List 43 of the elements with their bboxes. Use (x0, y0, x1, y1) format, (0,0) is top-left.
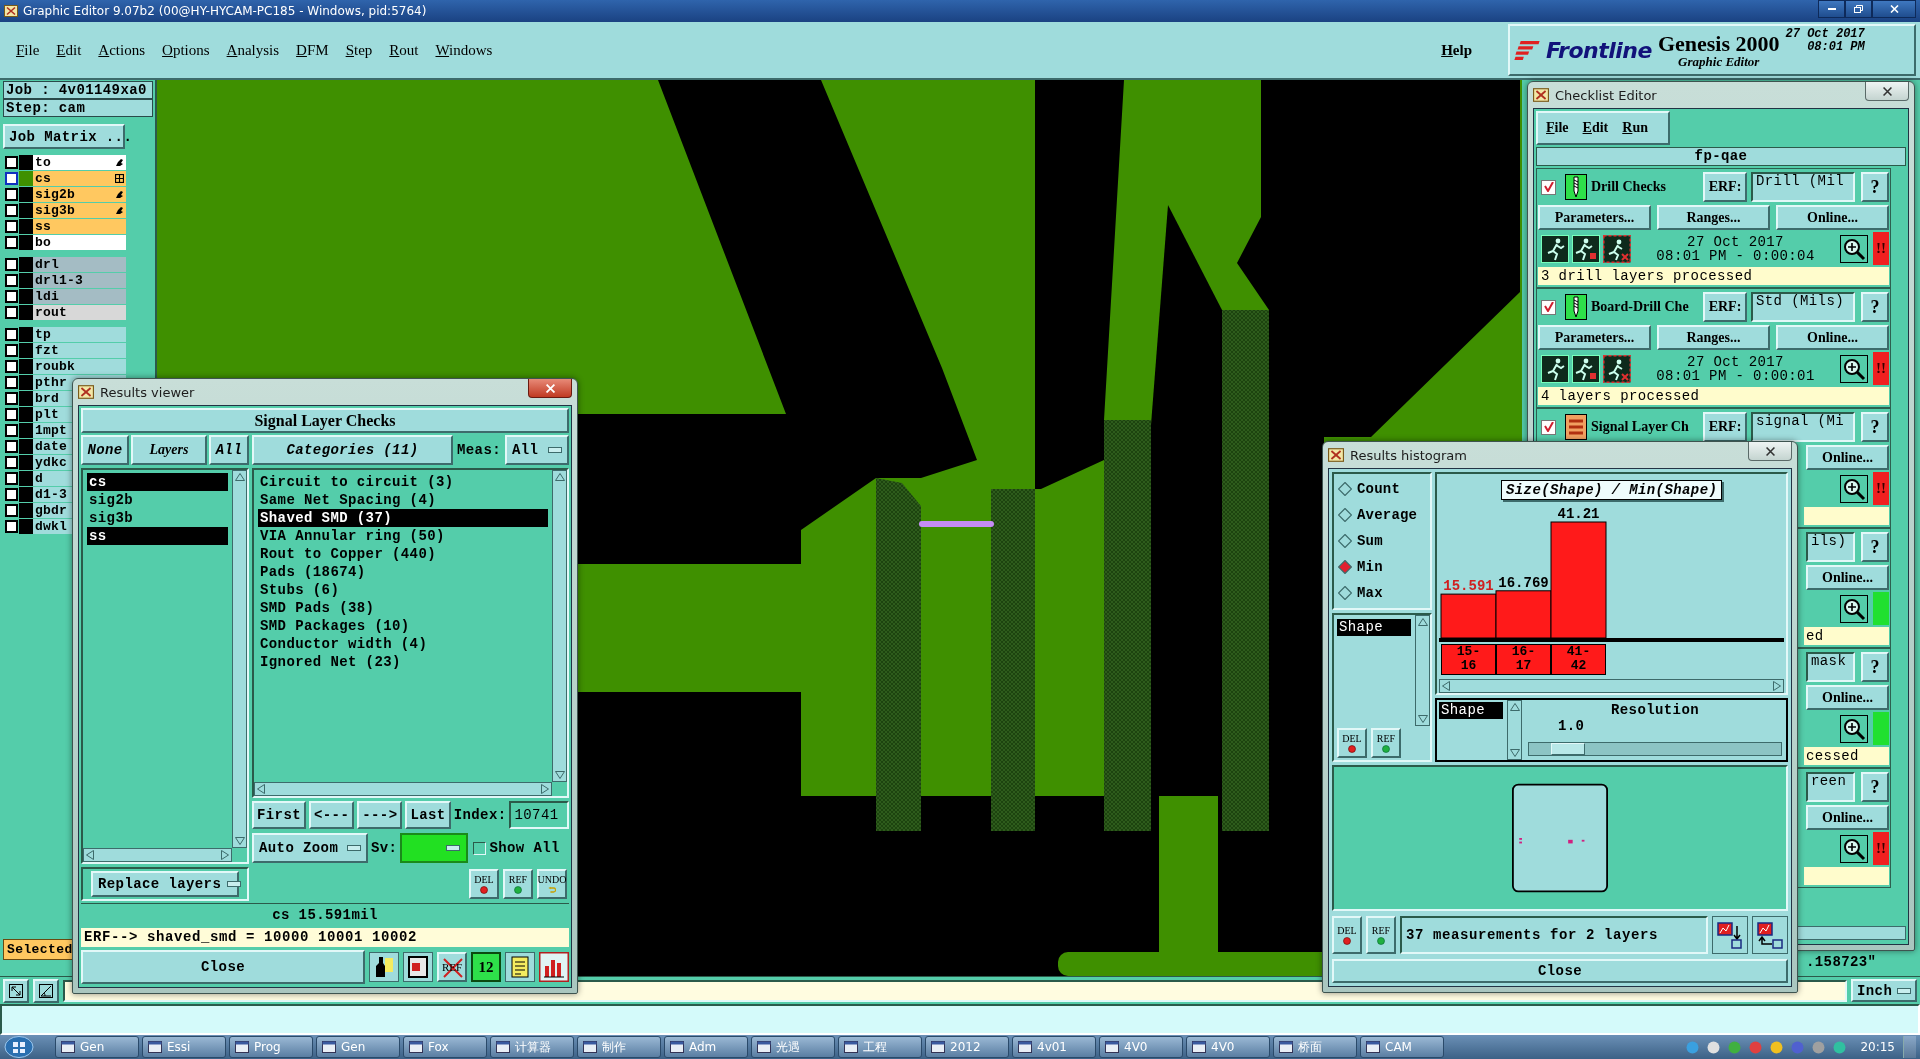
bar-value-label: 41.21 (1557, 506, 1600, 522)
module-name: Graphic Editor (1678, 54, 1760, 69)
bin-label: 16-17 (1496, 644, 1551, 675)
resolution-label: Resolution (1610, 702, 1700, 718)
status-indicator: !! (1873, 472, 1889, 505)
run-date: 27 Oct 2017 (1687, 354, 1784, 369)
window-title: Results viewer (100, 384, 195, 400)
product-name: Genesis 2000 (1657, 31, 1780, 55)
bar-value-label: 15.591 (1443, 578, 1494, 595)
status-indicator: !! (1873, 352, 1889, 385)
check-name: Board-Drill Che (1591, 299, 1690, 315)
measurement-text: cs 15.591mil (81, 903, 569, 926)
coordinate-readout: .158723" (1806, 954, 1878, 970)
step-label: Step: cam (3, 99, 153, 117)
panel-header: Signal Layer Checks (81, 408, 569, 433)
window-title: Results histogram (1350, 447, 1467, 463)
bin-label: 41-42 (1551, 644, 1606, 675)
job-label: Job : 4v01149xa0 (3, 81, 153, 99)
logo-text: Frontline (1546, 37, 1652, 63)
date-text: 27 Oct 2017 (1785, 28, 1865, 41)
result-message: 3 drill layers processed (1538, 267, 1889, 285)
window-title: Graphic Editor 9.07b2 (00@HY-HYCAM-PC185 - Windows, pid:5764) (23, 4, 427, 18)
status-indicator: !! (1873, 232, 1889, 265)
run-date: 27 Oct 2017 (1687, 234, 1784, 249)
result-message: ed (1804, 627, 1889, 645)
summary-text: 37 measurements for 2 layers (1400, 916, 1708, 954)
index-label: Index: (453, 806, 507, 825)
check-name: Drill Checks (1591, 179, 1668, 195)
severity-label: Sv: (371, 840, 398, 856)
result-message: 4 layers processed (1538, 387, 1889, 405)
check-name: Signal Layer Ch (1591, 419, 1690, 435)
meas-label: Meas: (456, 441, 502, 460)
bin-label: 15-16 (1441, 644, 1496, 675)
chart-title: Size(Shape) / Min(Shape) (1501, 480, 1723, 500)
window-title: Checklist Editor (1555, 87, 1657, 103)
resolution-value: 1.0 (1557, 718, 1586, 734)
run-time: 08:01 PM - 0:00:01 (1656, 368, 1815, 383)
result-message: cessed (1804, 747, 1889, 765)
run-time: 08:01 PM - 0:00:04 (1656, 248, 1815, 263)
bar-value-label: 16.769 (1498, 574, 1549, 591)
time-text: 08:01 PM (1807, 40, 1865, 54)
checklist-name: fp-qae (1536, 147, 1906, 166)
status-indicator: !! (1873, 832, 1889, 865)
